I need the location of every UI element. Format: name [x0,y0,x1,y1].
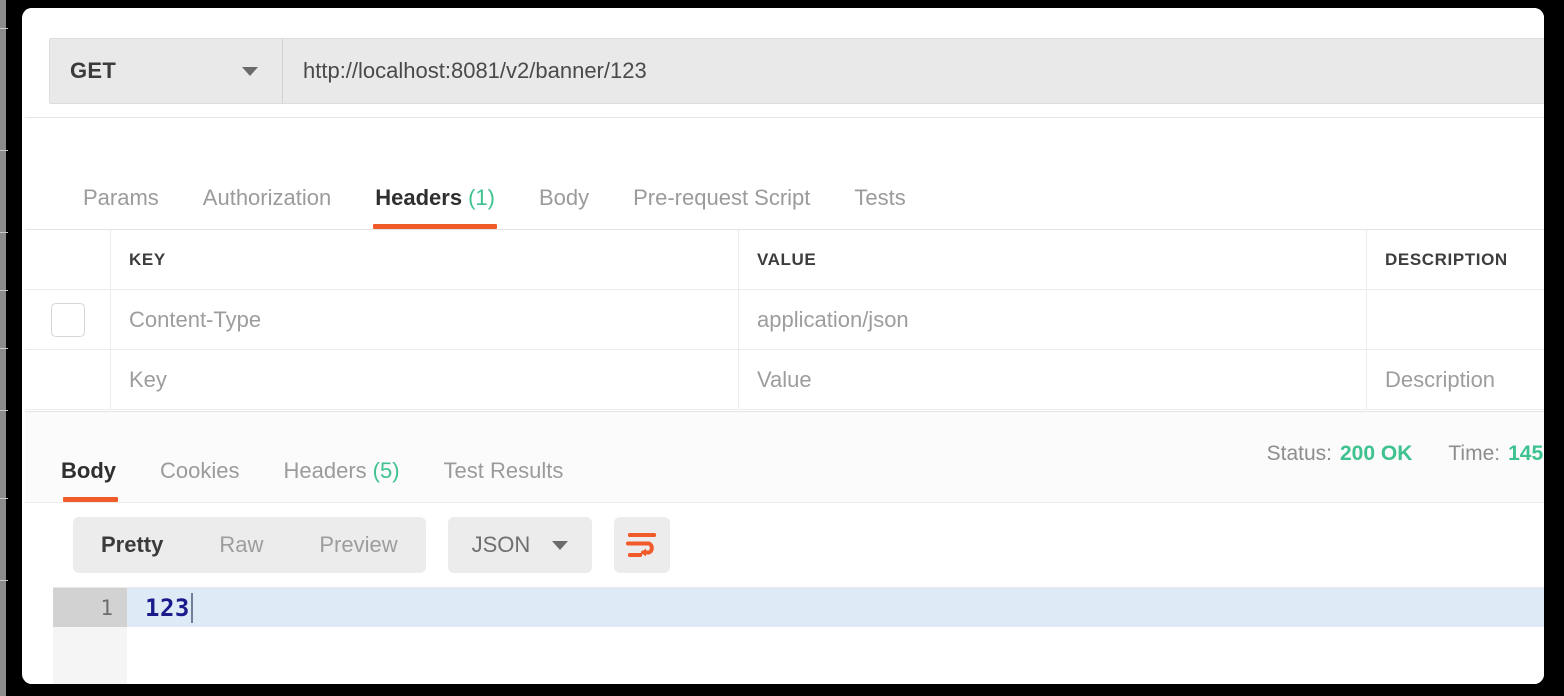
table-row: Key Value Description [25,350,1544,410]
column-header-key: KEY [111,230,739,289]
table-row: Content-Type application/json [25,290,1544,350]
panel-content: GET http://localhost:8081/v2/banner/123 … [25,8,1544,684]
request-url-row: GET http://localhost:8081/v2/banner/123 [49,38,1544,104]
format-pretty-button[interactable]: Pretty [73,517,191,573]
response-tab-headers-label: Headers [283,458,367,483]
row-key-cell[interactable]: Content-Type [111,290,739,349]
response-bar: Body Cookies Headers (5) Test Results St… [25,411,1544,503]
response-body-text: 123 [145,593,190,622]
row-value-cell[interactable]: application/json [739,290,1367,349]
row-value-cell[interactable]: Value [739,350,1367,409]
edge-tick [0,290,8,291]
status-value: 200 OK [1339,442,1413,465]
tab-body[interactable]: Body [517,187,611,229]
row-checkbox[interactable] [50,302,85,337]
status-stat: Status: 200 OK [1267,442,1413,466]
tab-tests[interactable]: Tests [832,187,927,229]
tab-authorization-label: Authorization [202,185,332,210]
row-select-cell [25,350,111,409]
status-label: Status: [1266,442,1332,465]
response-language-label: JSON [471,532,531,557]
table-header-row: KEY VALUE DESCRIPTION [25,230,1544,290]
response-tab-test-results[interactable]: Test Results [422,460,586,502]
request-tabs-bar: Params Authorization Headers (1) Body Pre… [25,119,1544,229]
format-preview-label: Preview [319,532,398,557]
response-body-editor[interactable]: 1 123 [53,587,1544,684]
format-raw-button[interactable]: Raw [191,517,291,573]
row-value-value: application/json [757,306,909,332]
edge-tick [0,28,8,29]
word-wrap-toggle-button[interactable] [614,517,671,573]
request-url-bar: GET http://localhost:8081/v2/banner/123 [25,8,1544,118]
row-key-placeholder: Key [129,366,167,392]
response-language-selector[interactable]: JSON [447,517,593,573]
tab-pre-request-script[interactable]: Pre-request Script [611,187,832,229]
editor-active-line[interactable]: 123 [127,588,1544,627]
request-tabstrip: Params Authorization Headers (1) Body Pre… [65,187,928,229]
active-response-tab-indicator [63,497,118,502]
response-tab-body-label: Body [61,458,116,483]
edge-tick [0,580,8,581]
editor-line-number: 1 [53,588,127,627]
response-tab-headers[interactable]: Headers (5) [261,460,421,502]
screenshot-frame: GET http://localhost:8081/v2/banner/123 … [0,0,1564,696]
tab-params[interactable]: Params [65,187,181,229]
row-select-cell [25,290,111,349]
tab-pre-request-script-label: Pre-request Script [633,185,811,210]
edge-tick [0,498,8,499]
edge-tick [0,232,8,233]
tab-body-label: Body [538,185,590,210]
editor-gutter: 1 [53,588,127,684]
edge-tick [0,410,8,411]
response-format-toolbar: Pretty Raw Preview JSON [25,503,1544,587]
chevron-down-icon [552,540,569,550]
column-header-description: DESCRIPTION [1385,249,1508,269]
time-label: Time: [1448,442,1501,465]
response-tab-cookies[interactable]: Cookies [138,460,261,502]
header-cell-select [25,230,111,289]
edge-tick [0,150,8,151]
http-method-label: GET [70,58,117,83]
format-pretty-label: Pretty [101,532,164,557]
tab-headers-label: Headers [375,185,463,210]
time-value: 145 [1508,442,1544,465]
response-tab-test-results-label: Test Results [443,458,564,483]
response-tab-headers-count: (5) [372,458,400,483]
column-header-value: VALUE [739,230,1367,289]
response-tab-cookies-label: Cookies [160,458,240,483]
chevron-down-icon [242,67,258,76]
format-preview-button[interactable]: Preview [291,517,425,573]
row-value-placeholder: Value [757,366,812,392]
response-tab-body[interactable]: Body [43,460,138,502]
response-stats: Status:200 OK Time:145ms Size [1267,442,1544,466]
postman-request-response-panel: GET http://localhost:8081/v2/banner/123 … [22,8,1544,684]
time-stat: Time:145ms [1448,442,1544,466]
headers-table: KEY VALUE DESCRIPTION Content-Type appli… [25,229,1544,410]
tab-authorization[interactable]: Authorization [181,187,353,229]
tab-tests-label: Tests [854,185,906,210]
row-description-cell[interactable]: Description [1367,350,1544,409]
request-url-input[interactable]: http://localhost:8081/v2/banner/123 [283,39,1544,103]
tab-headers[interactable]: Headers (1) [353,187,517,229]
tab-params-label: Params [83,185,159,210]
word-wrap-icon [626,533,657,557]
row-description-placeholder: Description [1385,366,1496,392]
row-description-cell[interactable] [1367,290,1544,349]
text-cursor [190,592,193,623]
tab-headers-count: (1) [468,185,495,210]
row-key-cell[interactable]: Key [111,350,739,409]
response-tabstrip: Body Cookies Headers (5) Test Results [43,460,585,502]
edge-tick [0,348,8,349]
response-format-segmented-control: Pretty Raw Preview [73,517,426,573]
http-method-selector[interactable]: GET [50,39,283,103]
row-key-value: Content-Type [129,306,262,332]
format-raw-label: Raw [219,532,264,557]
